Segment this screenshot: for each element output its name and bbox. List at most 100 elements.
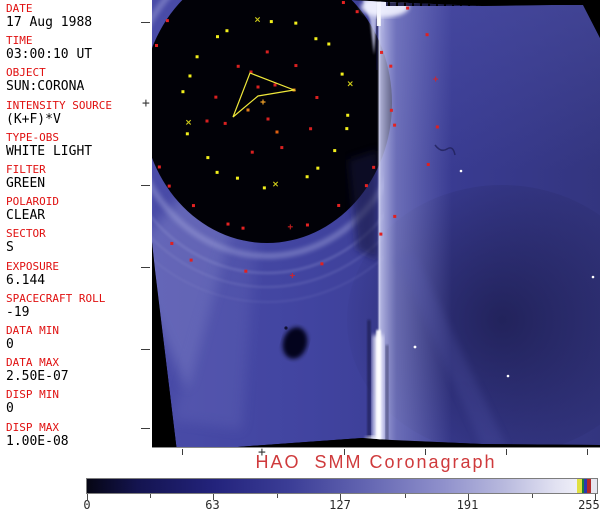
colorbar-tick-label: 0 [83,498,91,512]
metadata-field-date: DATE 17 Aug 1988 [6,3,152,29]
metadata-panel: DATE 17 Aug 1988 TIME 03:00:10 UT OBJECT SUN:… [0,0,152,448]
yellow-ring-dot [269,20,273,24]
metadata-field-filter: FILTER GREEN [6,164,152,190]
streak-dark-edge [385,345,389,442]
colorbar-minor-tick [532,494,534,498]
metadata-label: POLAROID [6,195,59,209]
outer-red-ring-dot [406,6,410,10]
outer-red-ring-dot [426,163,430,167]
metadata-field-sector: SECTOR S [6,228,152,254]
metadata-label: DISP MIN [6,388,59,402]
yellow-ring-dot [185,132,189,136]
yellow-ring-dot [195,55,199,59]
middle-red-ring-dot [372,165,376,169]
outer-red-ring-dot [320,262,324,266]
metadata-field-data-min: DATA MIN 0 [6,325,152,351]
colorbar-tick-label: 127 [329,498,351,512]
left-frame-tick [141,428,150,429]
middle-red-ring-dot [167,184,171,188]
inner-red-ring-dot [250,150,254,154]
yellow-ring-dot [181,90,185,94]
yellow-ring-dot [327,42,331,46]
metadata-value: WHITE LIGHT [6,143,93,159]
colorbar-minor-tick [404,494,406,498]
yellow-ring-dot [316,166,320,170]
yellow-ring-dot [215,170,219,174]
metadata-field-spacecraft-roll: SPACECRAFT ROLL -19 [6,293,152,319]
metadata-field-time: TIME 03:00:10 UT [6,35,152,61]
metadata-field-intensity-source: INTENSITY SOURCE (K+F)*V [6,100,152,126]
inner-red-ring-dot [214,95,218,99]
extra-fiducial-dot [275,130,279,134]
outer-red-ring-dot [379,232,383,236]
metadata-label: DATE [6,2,33,15]
image-caption: HAO SMM Coronagraph [255,452,497,472]
metadata-label: DATA MAX [6,356,59,370]
inner-red-ring-dot [294,64,298,68]
outer-red-ring-dot [435,125,439,129]
yellow-ring-dot [188,74,192,78]
metadata-field-type-obs: TYPE-OBS WHITE LIGHT [6,132,152,158]
metadata-value: CLEAR [6,208,46,224]
metadata-value: -19 [6,304,30,320]
middle-red-ring-dot [191,204,195,208]
left-frame-tick [141,267,150,268]
outer-red-ring-dot [170,241,174,245]
metadata-label: OBJECT [6,66,46,80]
yellow-ring-dot [333,149,337,153]
middle-red-ring-dot [389,108,393,112]
metadata-label: TIME [6,34,33,48]
yellow-ring-dot [340,72,344,76]
middle-red-ring-dot [241,226,245,230]
yellow-ring-dot [225,29,229,33]
yellow-ring-dot [215,35,219,39]
middle-red-ring-dot [389,64,393,68]
streak-bright-bottom-core [376,330,381,442]
colorbar-tick-label: 255 [578,498,600,512]
yellow-ring-dot [235,176,239,180]
inner-red-ring-dot [309,127,313,131]
metadata-value: S [6,240,14,256]
colorbar-gradient [86,478,598,494]
metadata-field-exposure: EXPOSURE 6.144 [6,261,152,287]
coronagraph-image [152,0,600,447]
metadata-label: SECTOR [6,227,46,241]
streak-dark-edge [367,320,371,442]
metadata-label: INTENSITY SOURCE [6,98,112,112]
extra-fiducial-dot [266,117,270,121]
colorbar-stripe-gray [591,479,597,493]
middle-red-ring-dot [155,43,159,47]
middle-red-ring-dot [337,203,341,207]
metadata-value: SUN:CORONA [6,79,85,95]
coronagraph-image-display[interactable] [152,0,600,448]
metadata-label: EXPOSURE [6,259,59,273]
left-frame-tick [141,349,150,350]
colorbar-tick-label: 63 [205,498,220,512]
inner-red-ring-dot [280,146,284,150]
star-speck [506,374,510,378]
outer-red-ring-dot [425,33,429,37]
colorbar-scale: 0 63 127 191 255 [83,478,600,512]
inner-red-ring-dot [223,121,227,125]
colorbar-minor-tick [277,494,279,498]
metadata-field-data-max: DATA MAX 2.50E-07 [6,357,152,383]
star-speck [459,169,463,173]
metadata-field-disp-max: DISP MAX 1.00E-08 [6,422,152,448]
metadata-value: 1.00E-08 [6,433,69,449]
middle-red-ring-dot [393,123,397,127]
middle-red-ring-dot [341,1,345,5]
outer-red-ring-dot [189,258,193,262]
metadata-value: 03:00:10 UT [6,47,93,63]
middle-red-ring-dot [305,223,309,227]
middle-red-ring-dot [364,184,368,188]
extra-fiducial-dot [256,85,260,89]
extra-fiducial-dot [273,83,277,87]
metadata-field-object: OBJECT SUN:CORONA [6,67,152,93]
middle-red-ring-dot [380,50,384,54]
yellow-ring-dot [294,21,298,25]
colorbar-minor-tick [149,494,151,498]
middle-red-ring-dot [157,165,161,169]
metadata-value: 0 [6,401,14,417]
dust-speck [284,326,288,330]
outer-red-ring-dot [244,269,248,273]
